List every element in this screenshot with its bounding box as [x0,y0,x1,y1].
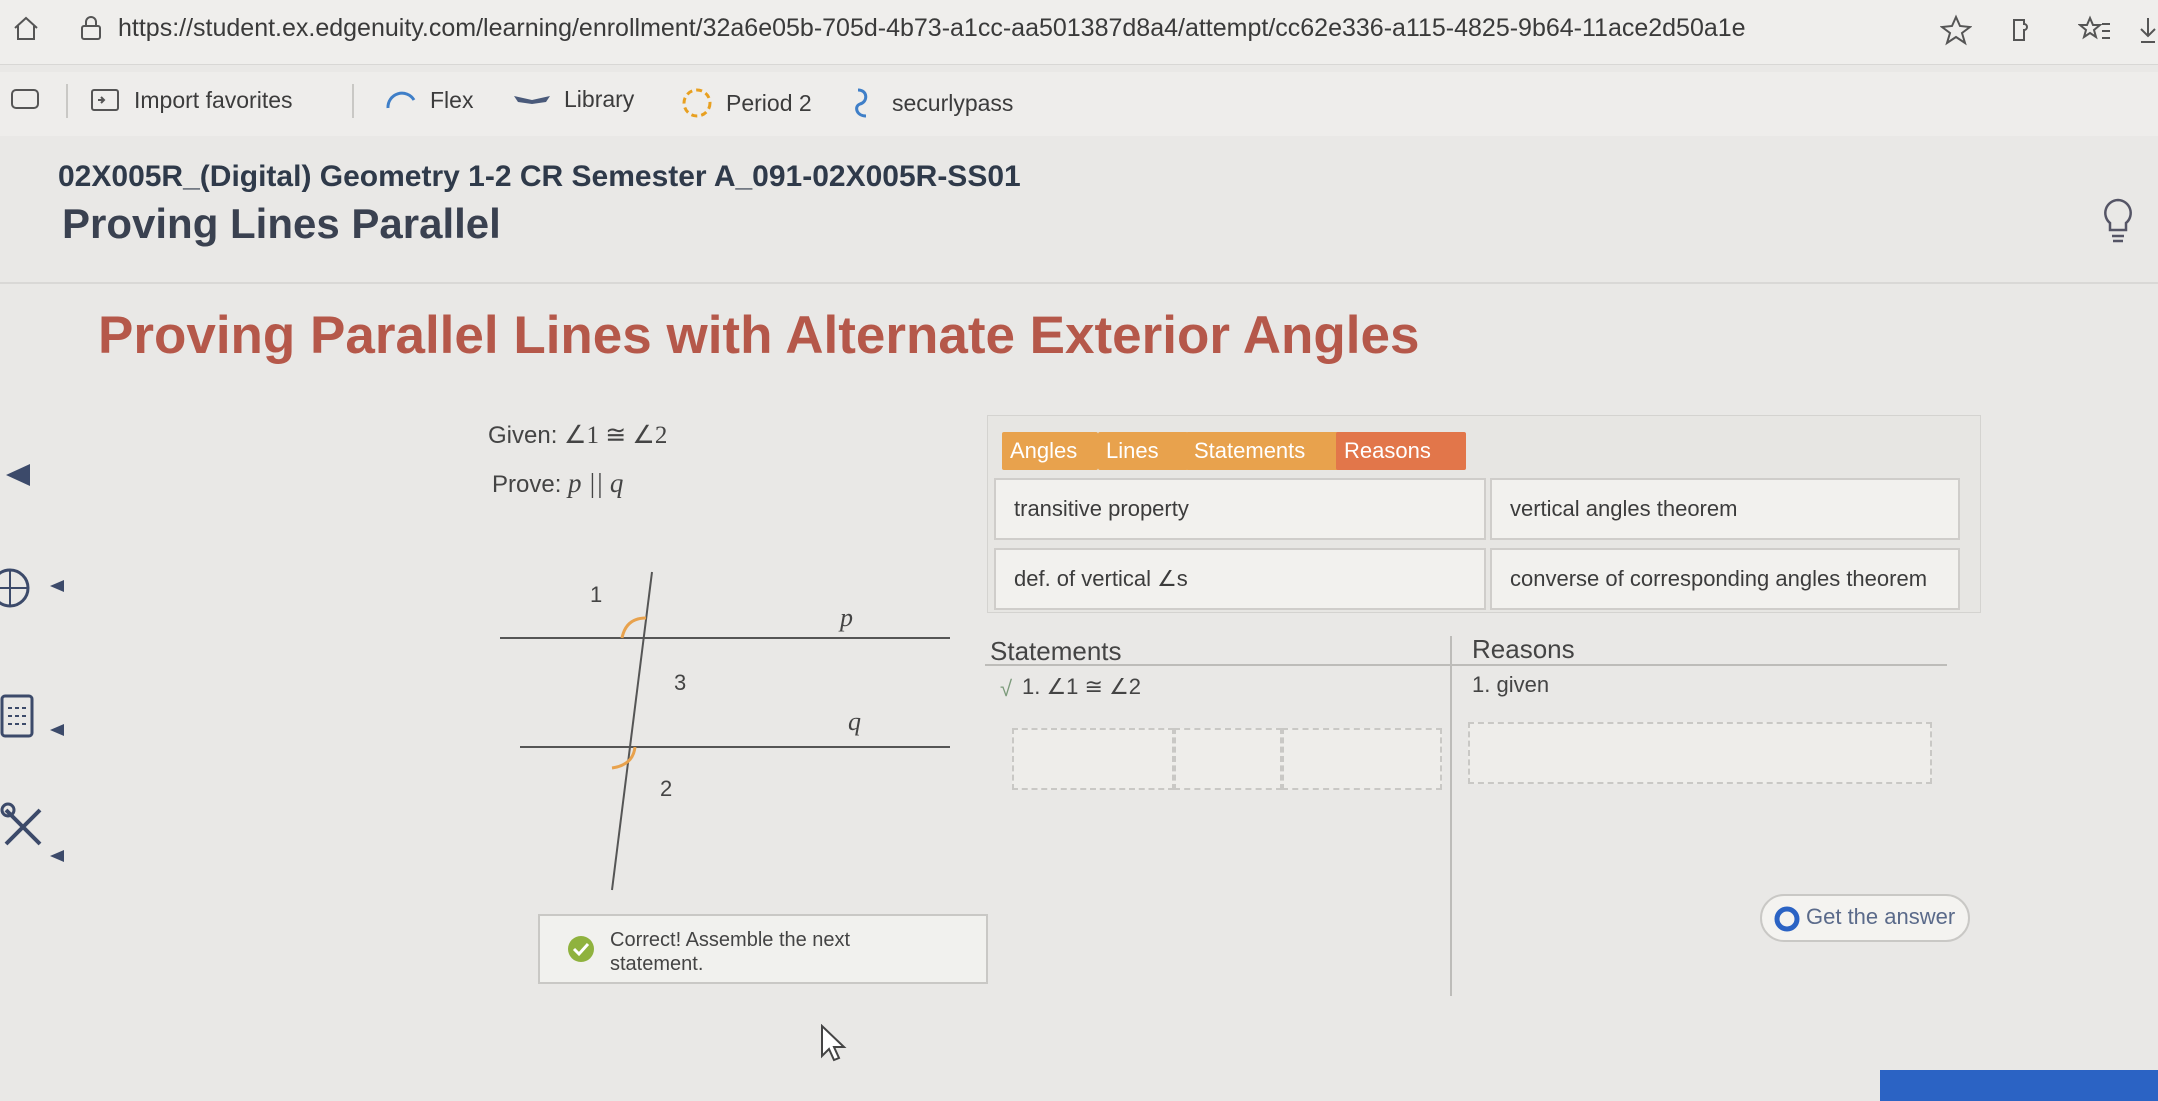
tab-reasons[interactable]: Reasons [1336,432,1466,470]
given-value: ∠1 ≅ ∠2 [564,422,668,449]
prove-statement: Prove: p || q [492,468,623,499]
import-icon [91,89,119,111]
correct-check-icon: √ [1000,676,1013,701]
given-statement: Given: ∠1 ≅ ∠2 [488,420,667,450]
angle1-label: 1 [590,582,602,607]
answer-circle-icon [1774,906,1800,932]
divider [66,84,68,118]
address-bar: https://student.ex.edgenuity.com/learnin… [0,0,2158,65]
library-icon [514,95,550,104]
statement-drop-slot[interactable] [1012,728,1174,790]
reason-tile[interactable]: transitive property [994,478,1486,540]
downloads-icon[interactable] [2138,14,2158,46]
flex-icon [386,91,416,109]
header-divider [0,282,2158,284]
calculator-icon[interactable] [0,690,70,750]
course-title: 02X005R_(Digital) Geometry 1-2 CR Semest… [58,160,1021,193]
column-divider [1450,636,1452,996]
angle3-label: 3 [674,670,686,695]
favorite-flex[interactable]: Flex [384,86,473,114]
favorite-label: Period 2 [726,89,812,116]
lesson-title: Proving Lines Parallel [62,200,501,247]
favorite-import[interactable]: Import favorites [90,86,293,114]
given-label: Given: [488,422,558,449]
statement-drop-slot[interactable] [1282,728,1442,790]
sidebar-toggle-icon[interactable] [10,88,40,112]
divider [352,84,354,118]
url-field[interactable]: https://student.ex.edgenuity.com/learnin… [118,14,1746,43]
statement-drop-slot[interactable] [1174,728,1282,790]
lightbulb-icon[interactable] [2098,196,2138,246]
prove-value: p || q [568,468,624,498]
tab-lines[interactable]: Lines [1098,432,1188,470]
extensions-icon[interactable] [2006,14,2038,46]
favorite-star-icon[interactable] [1940,14,1972,46]
pointer-tool-icon[interactable] [0,460,36,490]
favorite-label: Import favorites [134,86,293,113]
angle2-arc [611,746,637,770]
home-icon[interactable] [12,14,40,42]
angle1-arc [620,616,647,639]
prove-label: Prove: [492,471,562,498]
globe-tool-icon[interactable] [0,560,70,620]
tab-statements[interactable]: Statements [1186,432,1340,470]
feedback-message: Correct! Assemble the next statement. [610,929,851,975]
tools-icon[interactable] [0,800,70,870]
favorites-list-icon[interactable] [2078,14,2112,46]
favorite-library[interactable]: Library [512,86,634,113]
line-p-label: p [838,603,853,632]
securly-icon [855,88,868,118]
reason-tile[interactable]: vertical angles theorem [1490,478,1960,540]
favorite-label: securlypass [892,89,1014,116]
favorite-label: Flex [430,86,474,113]
taskbar-edge [1880,1070,2158,1101]
period-icon [682,88,712,118]
transversal [611,571,653,891]
favorites-bar [0,72,2158,136]
reason-tile[interactable]: def. of vertical ∠s [994,548,1486,610]
statements-header: Statements [990,636,1122,666]
reason-drop-slot[interactable] [1468,722,1932,784]
check-circle-icon [568,936,594,962]
mouse-cursor-icon [821,1024,847,1062]
angle2-label: 2 [660,776,672,801]
favorite-securlypass[interactable]: securlypass [850,86,1013,120]
get-answer-label[interactable]: Get the answer [1806,904,1955,930]
favorite-period-2[interactable]: Period 2 [680,86,812,120]
parallel-lines-diagram: 1 3 2 p q [500,571,950,891]
tab-angles[interactable]: Angles [1002,432,1098,470]
lock-icon [81,16,101,40]
proof-statement-1: 1. ∠1 ≅ ∠2 [1022,674,1142,699]
activity-title: Proving Parallel Lines with Alternate Ex… [98,306,1420,365]
table-header-rule [985,664,1947,666]
reasons-header: Reasons [1472,634,1575,664]
proof-reason-1: 1. given [1472,672,1550,697]
line-q-label: q [848,707,861,736]
favorite-label: Library [564,86,635,112]
reason-tile[interactable]: converse of corresponding angles theorem [1490,548,1960,610]
